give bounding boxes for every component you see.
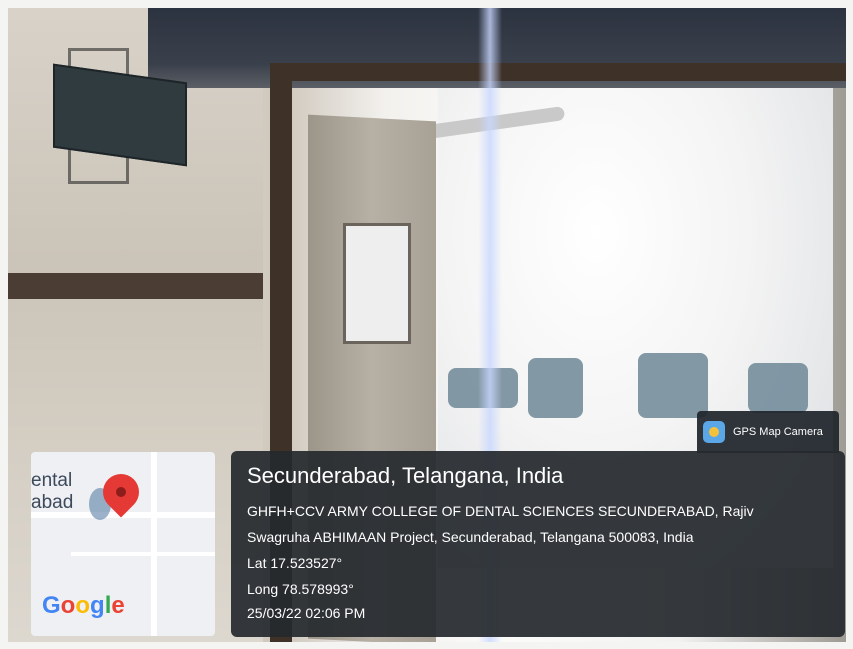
location-info-panel: Secunderabad, Telangana, India GHFH+CCV … <box>231 451 845 637</box>
address-line-2: Swagruha ABHIMAAN Project, Secunderabad,… <box>247 529 694 545</box>
badge-label: GPS Map Camera <box>733 426 823 438</box>
longitude: Long 78.578993° <box>247 581 354 597</box>
date-time: 25/03/22 02:06 PM <box>247 605 366 621</box>
address-line-1: GHFH+CCV ARMY COLLEGE OF DENTAL SCIENCES… <box>247 503 754 519</box>
door-window <box>343 223 411 344</box>
wall-stripe <box>8 273 263 299</box>
map-label-2: abad <box>31 492 74 513</box>
map-label-1: ental <box>31 470 73 491</box>
gps-map-camera-badge: GPS Map Camera <box>697 411 839 453</box>
dental-chair <box>638 353 708 418</box>
google-logo: Google <box>42 592 125 619</box>
map-road <box>151 452 157 636</box>
photo-frame: GPS Map Camera Secunderabad, Telangana, … <box>0 0 853 649</box>
dental-chair <box>748 363 808 413</box>
map-road <box>71 552 215 556</box>
latitude: Lat 17.523527° <box>247 555 343 571</box>
gps-map-camera-icon <box>703 421 725 443</box>
dental-chair <box>528 358 583 418</box>
mini-map: ental abad Google <box>31 452 215 636</box>
place-name: Secunderabad, Telangana, India <box>247 463 564 488</box>
